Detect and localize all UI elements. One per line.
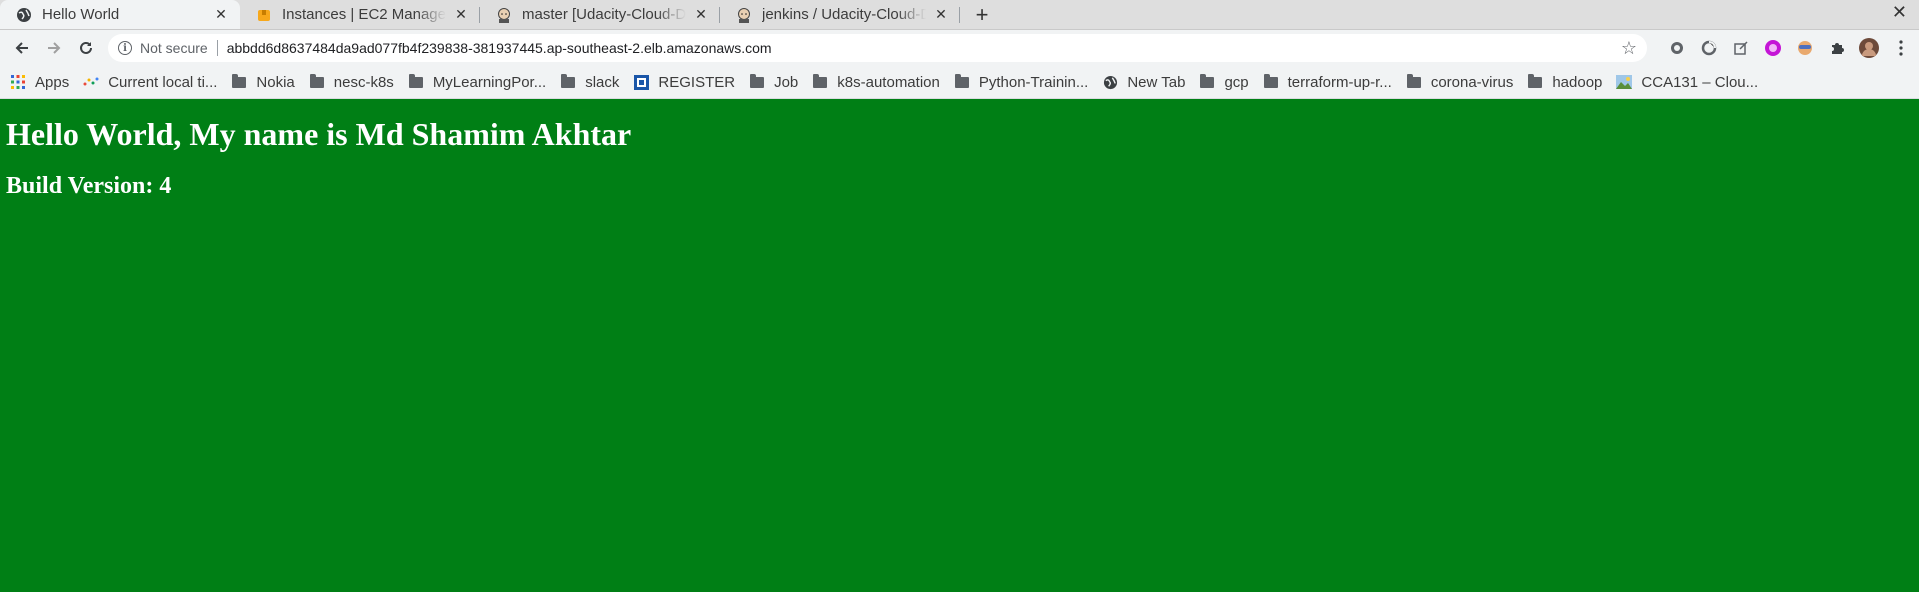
tab-jenkins-project[interactable]: jenkins / Udacity-Cloud-DevOps ✕ bbox=[720, 0, 960, 29]
bookmark-label: slack bbox=[585, 73, 620, 91]
tab-title: Hello World bbox=[42, 6, 120, 23]
tab-title: master [Udacity-Cloud-DevOps] bbox=[522, 6, 686, 23]
globe-icon bbox=[16, 7, 32, 23]
new-tab-button[interactable]: + bbox=[966, 0, 998, 29]
bookmark-label: MyLearningPor... bbox=[432, 73, 547, 91]
bookmark-folder-slack[interactable]: slack bbox=[560, 73, 620, 91]
bookmark-folder-nokia[interactable]: Nokia bbox=[231, 73, 295, 91]
bookmark-label: CCA131 – Clou... bbox=[1641, 73, 1759, 91]
tab-ec2-instances[interactable]: Instances | EC2 Management ✕ bbox=[240, 0, 480, 29]
jenkins-icon bbox=[496, 7, 512, 23]
folder-icon bbox=[812, 73, 828, 90]
bookmark-label: hadoop bbox=[1552, 73, 1603, 91]
close-tab-icon[interactable]: ✕ bbox=[212, 6, 230, 24]
back-button[interactable] bbox=[6, 32, 38, 64]
reload-icon bbox=[80, 41, 92, 54]
bookmark-apps[interactable]: Apps bbox=[10, 74, 69, 91]
tab-strip: Hello World ✕ Instances | EC2 Management… bbox=[0, 0, 1919, 30]
bookmark-label: nesc-k8s bbox=[333, 73, 394, 91]
window-close-icon[interactable]: ✕ bbox=[1892, 2, 1907, 23]
folder-icon bbox=[1199, 73, 1215, 90]
browser-toolbar: i Not secure abbdd6d8637484da9ad077fb4f2… bbox=[0, 30, 1919, 66]
url-text[interactable]: abbdd6d8637484da9ad077fb4f239838-3819374… bbox=[227, 40, 1613, 56]
folder-icon bbox=[309, 73, 325, 90]
bookmark-label: Current local ti... bbox=[108, 73, 218, 91]
bookmark-cca131[interactable]: CCA131 – Clou... bbox=[1616, 74, 1758, 91]
globe-icon bbox=[1102, 74, 1118, 90]
browser-menu-icon[interactable] bbox=[1889, 36, 1913, 60]
bookmark-folder-job[interactable]: Job bbox=[749, 73, 799, 91]
apps-grid-icon bbox=[10, 74, 26, 90]
close-tab-icon[interactable]: ✕ bbox=[452, 6, 470, 24]
extension-purple-icon[interactable] bbox=[1761, 36, 1785, 60]
folder-icon bbox=[1263, 73, 1279, 90]
folder-icon bbox=[954, 73, 970, 90]
bookmark-label: Python-Trainin... bbox=[978, 73, 1089, 91]
bookmark-label: Job bbox=[774, 73, 799, 91]
clock-dots-icon bbox=[83, 74, 99, 90]
tab-title: Instances | EC2 Management bbox=[282, 6, 446, 23]
page-heading: Hello World, My name is Md Shamim Akhtar bbox=[6, 116, 632, 152]
folder-icon bbox=[1527, 73, 1543, 90]
folder-icon bbox=[560, 73, 576, 90]
extension-edit-icon[interactable] bbox=[1729, 36, 1753, 60]
image-icon bbox=[1616, 74, 1633, 90]
bookmark-label: corona-virus bbox=[1430, 73, 1514, 91]
page-content: Hello World, My name is Md Shamim Akhtar… bbox=[0, 99, 1919, 592]
close-tab-icon[interactable]: ✕ bbox=[692, 6, 710, 24]
extension-circle-icon[interactable] bbox=[1665, 36, 1689, 60]
tab-hello-world[interactable]: Hello World ✕ bbox=[0, 0, 240, 29]
aws-box-icon bbox=[256, 7, 272, 23]
tab-title: jenkins / Udacity-Cloud-DevOps bbox=[762, 6, 926, 23]
bookmark-folder-python-training[interactable]: Python-Trainin... bbox=[954, 73, 1089, 91]
build-version: Build Version: 4 bbox=[6, 173, 172, 199]
extension-face-icon[interactable] bbox=[1793, 36, 1817, 60]
folder-icon bbox=[749, 73, 765, 90]
close-tab-icon[interactable]: ✕ bbox=[932, 6, 950, 24]
bookmark-folder-terraform[interactable]: terraform-up-r... bbox=[1263, 73, 1392, 91]
security-status[interactable]: Not secure bbox=[140, 40, 208, 56]
bookmark-folder-k8s-automation[interactable]: k8s-automation bbox=[812, 73, 940, 91]
bookmark-label: REGISTER bbox=[658, 73, 736, 91]
extension-sync-icon[interactable] bbox=[1697, 36, 1721, 60]
folder-icon bbox=[408, 73, 424, 90]
register-icon bbox=[633, 74, 649, 90]
bookmark-folder-gcp[interactable]: gcp bbox=[1199, 73, 1249, 91]
bookmarks-bar: Apps Current local ti... Nokia nesc-k8s … bbox=[0, 66, 1919, 99]
jenkins-icon bbox=[736, 7, 752, 23]
forward-button[interactable] bbox=[38, 32, 70, 64]
bookmark-folder-nesc-k8s[interactable]: nesc-k8s bbox=[309, 73, 394, 91]
bookmark-label: Apps bbox=[35, 73, 70, 91]
bookmark-label: New Tab bbox=[1127, 73, 1186, 91]
bookmark-folder-corona-virus[interactable]: corona-virus bbox=[1406, 73, 1514, 91]
bookmark-folder-hadoop[interactable]: hadoop bbox=[1527, 73, 1603, 91]
extensions-puzzle-icon[interactable] bbox=[1825, 36, 1849, 60]
info-icon[interactable]: i bbox=[118, 41, 132, 55]
tab-jenkins-master[interactable]: master [Udacity-Cloud-DevOps] ✕ bbox=[480, 0, 720, 29]
bookmark-current-local-time[interactable]: Current local ti... bbox=[83, 74, 217, 91]
bookmark-register[interactable]: REGISTER bbox=[633, 74, 735, 91]
bookmark-star-icon[interactable]: ☆ bbox=[1621, 38, 1637, 59]
arrow-right-icon bbox=[48, 42, 61, 54]
address-bar[interactable]: i Not secure abbdd6d8637484da9ad077fb4f2… bbox=[108, 34, 1647, 62]
folder-icon bbox=[1406, 73, 1422, 90]
folder-icon bbox=[231, 73, 247, 90]
bookmark-label: gcp bbox=[1224, 73, 1249, 91]
bookmark-label: Nokia bbox=[256, 73, 295, 91]
bookmark-label: k8s-automation bbox=[837, 73, 940, 91]
bookmark-label: terraform-up-r... bbox=[1287, 73, 1392, 91]
reload-button[interactable] bbox=[70, 32, 102, 64]
bookmark-folder-mylearningportal[interactable]: MyLearningPor... bbox=[408, 73, 547, 91]
arrow-left-icon bbox=[15, 42, 28, 54]
profile-avatar[interactable] bbox=[1857, 36, 1881, 60]
bookmark-new-tab[interactable]: New Tab bbox=[1102, 74, 1185, 91]
